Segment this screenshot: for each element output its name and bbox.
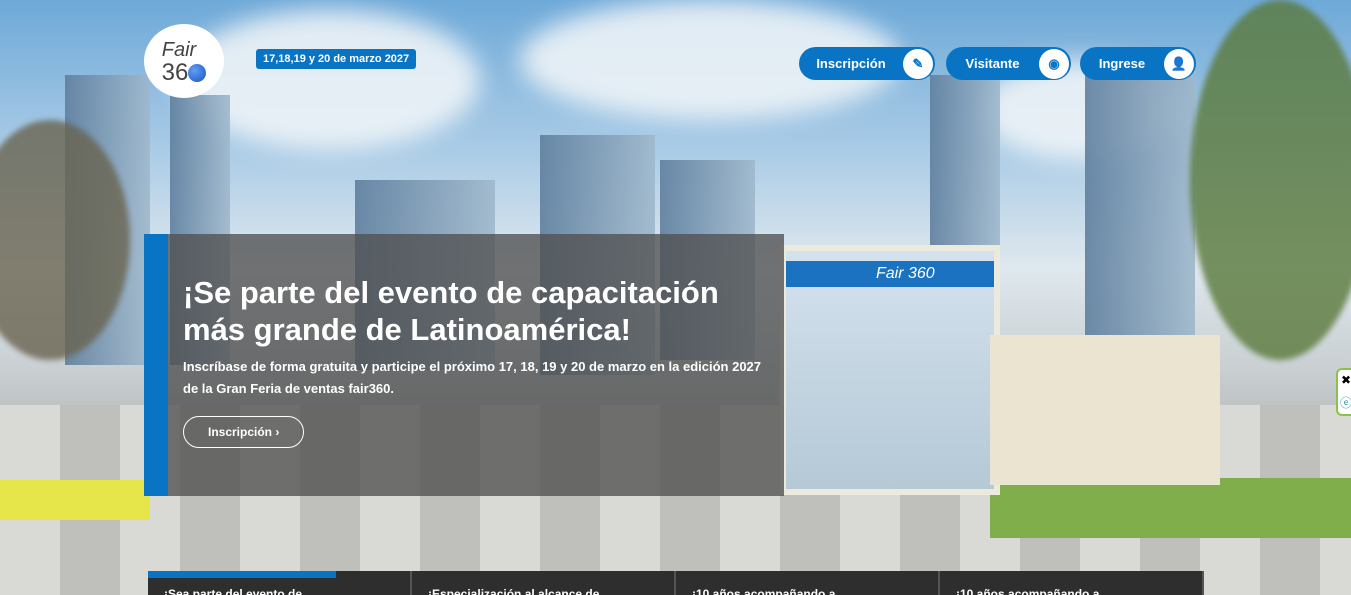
tab-label: ¡10 años acompañando a <box>956 587 1100 595</box>
date-badge: 17,18,19 y 20 de marzo 2027 <box>256 49 417 69</box>
hero-title: ¡Se parte del evento de capacitación más… <box>183 275 719 347</box>
tab-label: ¡10 años acompañando a <box>692 587 836 595</box>
widget-icon[interactable]: ⓔ <box>1340 394 1351 411</box>
slider-tab[interactable]: ¡Especialización al alcance de <box>412 571 676 595</box>
user-icon: 👤 <box>1164 48 1194 79</box>
close-icon[interactable]: ✖ <box>1341 373 1351 387</box>
globe-icon <box>188 63 207 82</box>
ingrese-button[interactable]: Ingrese 👤 <box>1080 47 1196 80</box>
slide-progress-bar <box>148 571 336 578</box>
ingrese-label: Ingrese <box>1098 56 1146 71</box>
pencil-icon: ✎ <box>903 48 933 79</box>
slider-tab[interactable]: ¡10 años acompañando a <box>940 571 1204 595</box>
inscripcion-button[interactable]: Inscripción ✎ <box>799 47 935 80</box>
inscripcion-label: Inscripción <box>816 56 886 71</box>
hero-inscripcion-button[interactable]: Inscripción › <box>183 416 305 448</box>
hero-text: Inscríbase de forma gratuita y participe… <box>183 359 762 396</box>
slider-tabs: ¡Sea parte del evento de ¡Especializació… <box>148 571 1204 595</box>
fair360-logo[interactable]: Fair 36 <box>144 24 224 98</box>
hero-panel: ¡Se parte del evento de capacitación más… <box>144 234 784 496</box>
tab-label: ¡Especialización al alcance de <box>428 587 600 595</box>
eye-icon: ◉ <box>1039 48 1069 79</box>
visitante-label: Visitante <box>965 56 1020 71</box>
pavilion: Fair 360 <box>780 245 1000 495</box>
slider-tab[interactable]: ¡Sea parte del evento de <box>148 571 412 595</box>
pavilion-sign: Fair 360 <box>786 261 994 287</box>
tab-label: ¡Sea parte del evento de <box>164 587 303 595</box>
visitante-button[interactable]: Visitante ◉ <box>946 47 1071 80</box>
side-widget[interactable]: ✖ ⓔ <box>1336 368 1351 416</box>
slider-tab[interactable]: ¡10 años acompañando a <box>676 571 940 595</box>
